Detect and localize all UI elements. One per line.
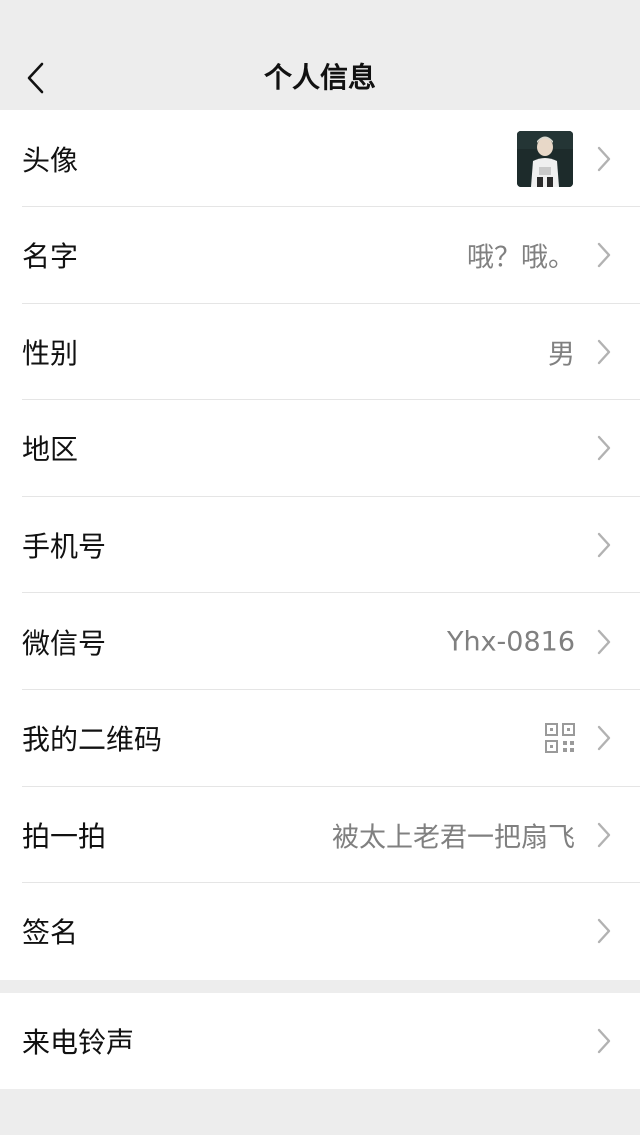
row-label: 我的二维码 bbox=[22, 723, 163, 757]
ringtone-list: 来电铃声 bbox=[0, 993, 640, 1089]
row-pat[interactable]: 拍一拍 被太上老君一把扇飞 bbox=[0, 787, 640, 884]
row-qr-code[interactable]: 我的二维码 bbox=[0, 690, 640, 787]
chevron-right-icon bbox=[597, 1028, 611, 1054]
chevron-right-icon bbox=[597, 339, 611, 365]
row-label: 头像 bbox=[22, 143, 79, 177]
row-label: 手机号 bbox=[22, 530, 107, 564]
row-value: 男 bbox=[548, 339, 575, 371]
row-label: 性别 bbox=[22, 336, 79, 370]
page-title: 个人信息 bbox=[263, 61, 376, 94]
chevron-right-icon bbox=[597, 532, 611, 558]
nav-bar: 个人信息 bbox=[0, 0, 640, 121]
row-name[interactable]: 名字 哦？哦。 bbox=[0, 207, 640, 304]
row-label: 签名 bbox=[22, 916, 79, 950]
chevron-right-icon bbox=[597, 726, 611, 751]
row-value: Yhx-0816 bbox=[446, 626, 575, 658]
row-ringtone[interactable]: 来电铃声 bbox=[0, 993, 640, 1089]
row-label: 微信号 bbox=[22, 626, 107, 660]
row-label: 地区 bbox=[22, 433, 79, 467]
profile-list: 头像 名字 哦？哦。 性别 男 地区 手机号 微信号 Yhx-0816 我的二维… bbox=[0, 110, 640, 980]
row-label: 拍一拍 bbox=[22, 819, 107, 853]
chevron-right-icon bbox=[597, 436, 611, 461]
row-signature[interactable]: 签名 bbox=[0, 883, 640, 980]
row-wechat-id[interactable]: 微信号 Yhx-0816 bbox=[0, 593, 640, 690]
chevron-right-icon bbox=[597, 146, 611, 171]
row-avatar[interactable]: 头像 bbox=[0, 110, 640, 207]
row-region[interactable]: 地区 bbox=[0, 400, 640, 497]
row-value: 被太上老君一把扇飞 bbox=[332, 822, 575, 854]
avatar[interactable] bbox=[517, 130, 573, 187]
row-gender[interactable]: 性别 男 bbox=[0, 304, 640, 401]
chevron-right-icon bbox=[597, 629, 611, 654]
row-value: 哦？哦。 bbox=[467, 242, 575, 274]
chevron-right-icon bbox=[597, 822, 611, 848]
row-phone[interactable]: 手机号 bbox=[0, 497, 640, 594]
chevron-right-icon bbox=[597, 243, 611, 268]
qr-code-icon bbox=[545, 723, 575, 754]
row-label: 来电铃声 bbox=[22, 1026, 135, 1059]
personal-info-screen: 个人信息 头像 名字 哦？哦。 性别 男 地区 手机号 微信号 Yhx-0816… bbox=[0, 0, 640, 1135]
chevron-right-icon bbox=[597, 919, 611, 944]
row-label: 名字 bbox=[22, 240, 79, 274]
